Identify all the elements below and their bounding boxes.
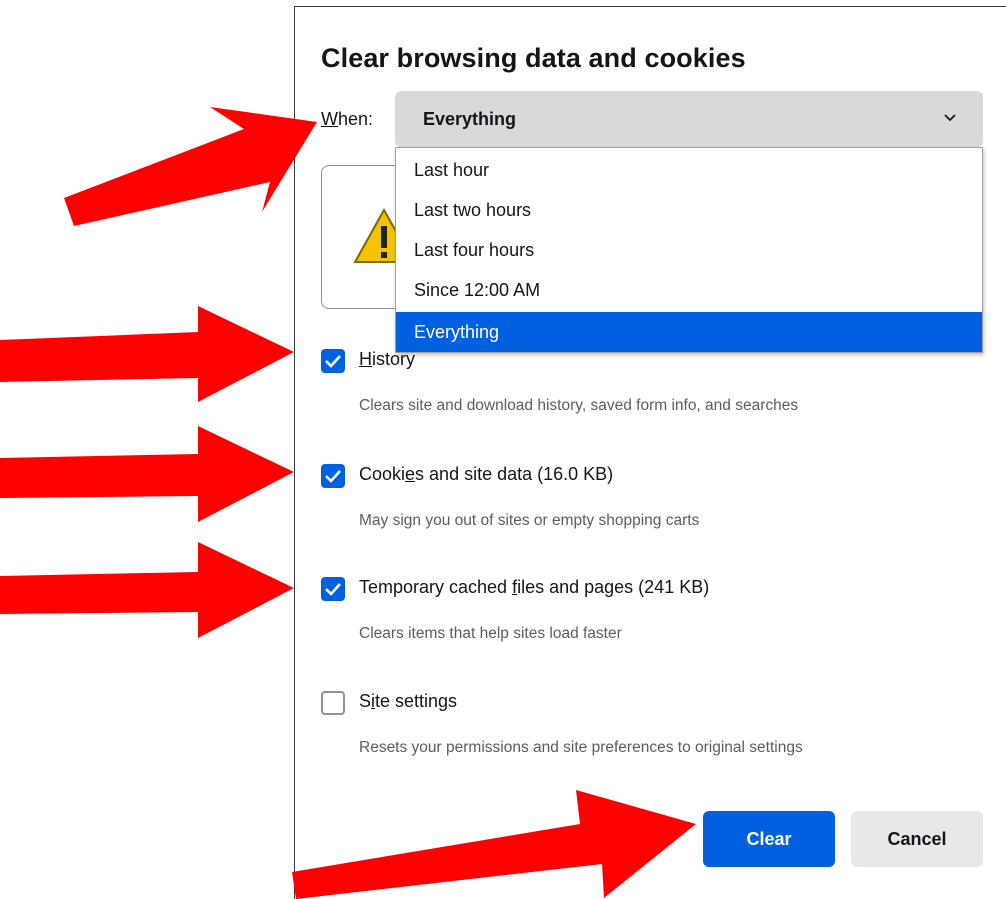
cache-label[interactable]: Temporary cached files and pages (241 KB…: [359, 577, 709, 598]
checkmark-icon: [325, 355, 341, 368]
cache-label-start: Temporary cached: [359, 577, 513, 597]
site-settings-description: Resets your permissions and site prefere…: [359, 739, 803, 756]
checkmark-icon: [325, 583, 341, 596]
cookies-label[interactable]: Cookies and site data (16.0 KB): [359, 464, 613, 485]
time-range-option-last-four-hours[interactable]: Last four hours: [396, 230, 982, 270]
history-description: Clears site and download history, saved …: [359, 397, 799, 414]
cache-description: Clears items that help sites load faster: [359, 625, 622, 642]
history-label-accesskey: H: [359, 349, 372, 369]
time-range-value: Everything: [423, 109, 517, 129]
annotation-arrow-cookies: [0, 426, 294, 522]
cookies-label-start: Cooki: [359, 464, 406, 484]
cache-label-end: iles and pages (241 KB): [517, 577, 710, 597]
history-checkbox[interactable]: [321, 349, 345, 373]
time-range-option-last-two-hours[interactable]: Last two hours: [396, 190, 982, 230]
time-range-option-since-midnight[interactable]: Since 12:00 AM: [396, 270, 982, 310]
chevron-down-icon: [944, 114, 956, 122]
cookies-label-end: s and site data (16.0 KB): [415, 464, 614, 484]
cookies-description: May sign you out of sites or empty shopp…: [359, 512, 700, 529]
time-range-option-everything[interactable]: Everything: [396, 312, 982, 352]
site-settings-label-end: te settings: [375, 691, 458, 711]
when-label-text: hen:: [338, 109, 374, 129]
dialog-title: Clear browsing data and cookies: [321, 43, 746, 73]
time-range-select[interactable]: Everything: [395, 91, 983, 147]
clear-button[interactable]: Clear: [703, 811, 835, 867]
cookies-label-accesskey: e: [405, 464, 416, 484]
time-range-option-last-hour[interactable]: Last hour: [396, 150, 982, 190]
annotation-arrow-cache: [0, 542, 294, 638]
annotation-arrow-history: [0, 306, 294, 402]
cookies-checkbox[interactable]: [321, 464, 345, 488]
time-range-dropdown-list: Last hour Last two hours Last four hours…: [395, 147, 983, 353]
annotation-arrow-clear: [292, 790, 696, 899]
site-settings-label-start: S: [359, 691, 372, 711]
checkmark-icon: [325, 470, 341, 483]
site-settings-label[interactable]: Site settings: [359, 691, 457, 712]
cache-checkbox[interactable]: [321, 577, 345, 601]
cancel-button[interactable]: Cancel: [851, 811, 983, 867]
annotation-arrow-when: [64, 107, 317, 226]
clear-data-dialog: Clear browsing data and cookies When: Ev…: [294, 6, 1006, 899]
site-settings-checkbox[interactable]: [321, 691, 345, 715]
